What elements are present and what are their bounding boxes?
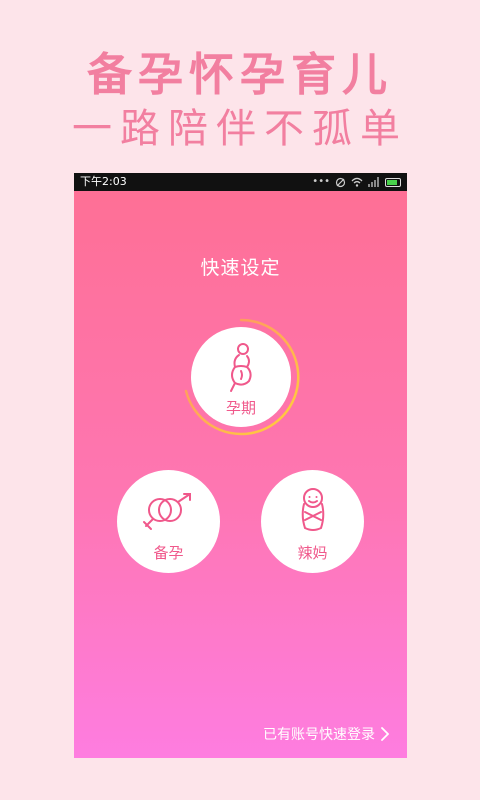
battery-icon <box>385 177 401 187</box>
status-time: 下午2:03 <box>80 175 127 188</box>
signal-icon <box>368 177 379 187</box>
promo-title: 备孕怀孕育儿 <box>86 48 393 101</box>
chevron-right-icon <box>381 727 389 741</box>
mom-option-button[interactable]: 辣妈 <box>261 470 364 573</box>
promo-subtitle: 一路陪伴不孤单 <box>72 106 408 152</box>
trying-option-label: 备孕 <box>153 544 184 562</box>
status-icons: ••• <box>312 173 401 191</box>
pregnancy-option-button[interactable]: 孕期 <box>191 327 291 427</box>
dots-icon: ••• <box>312 176 330 187</box>
phone-screen: 下午2:03 ••• 快速设定 孕期 备孕 辣妈 已有账号快速登录 <box>74 173 407 758</box>
wifi-icon <box>351 177 363 187</box>
no-sim-icon <box>335 177 346 187</box>
quick-login-label: 已有账号快速登录 <box>263 727 375 743</box>
mom-option-label: 辣妈 <box>297 544 328 562</box>
gender-symbols-icon <box>142 493 191 530</box>
trying-option-button[interactable]: 备孕 <box>117 470 220 573</box>
quick-login-link[interactable]: 已有账号快速登录 <box>263 724 389 744</box>
pregnancy-option-label: 孕期 <box>225 399 256 417</box>
status-bar: 下午2:03 ••• <box>74 173 407 191</box>
screen-title: 快速设定 <box>200 257 281 279</box>
pregnant-woman-icon <box>230 343 252 392</box>
swaddled-baby-icon <box>301 488 324 531</box>
